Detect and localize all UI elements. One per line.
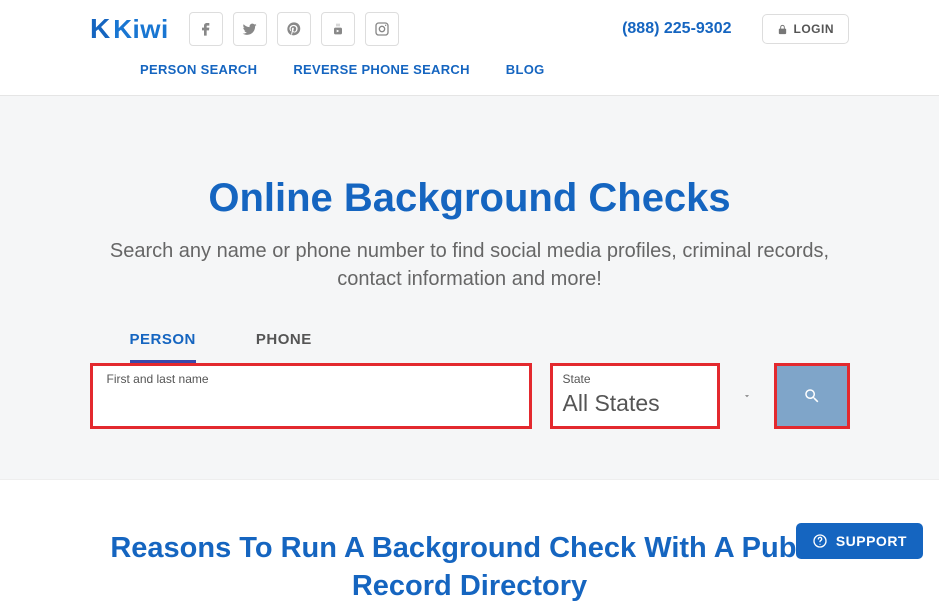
name-label: First and last name [107,372,515,386]
pinterest-icon[interactable] [277,12,311,46]
section-title: Reasons To Run A Background Check With A… [110,530,830,605]
tab-phone[interactable]: PHONE [256,331,312,363]
nav-person-search[interactable]: PERSON SEARCH [140,62,257,77]
logo[interactable]: K Kiwi [90,13,169,45]
instagram-icon[interactable] [365,12,399,46]
search-button[interactable] [774,363,850,429]
youtube-icon[interactable] [321,12,355,46]
login-label: LOGIN [794,22,835,36]
login-button[interactable]: LOGIN [762,14,850,44]
chevron-down-icon [742,391,752,401]
support-button[interactable]: SUPPORT [796,523,923,559]
nav-blog[interactable]: BLOG [506,62,545,77]
name-field[interactable]: First and last name [90,363,532,429]
phone-link[interactable]: (888) 225-9302 [622,20,731,38]
logo-icon: K [90,13,107,45]
state-label: State [563,372,707,386]
search-icon [803,387,821,405]
page-subtitle: Search any name or phone number to find … [100,237,840,293]
state-value: All States [563,390,707,417]
logo-text: Kiwi [113,14,168,45]
nav-reverse-phone[interactable]: REVERSE PHONE SEARCH [293,62,469,77]
state-dropdown-arrow[interactable] [738,363,756,429]
twitter-icon[interactable] [233,12,267,46]
support-label: SUPPORT [836,533,907,549]
facebook-icon[interactable] [189,12,223,46]
tab-person[interactable]: PERSON [130,331,196,363]
name-input[interactable] [107,390,515,408]
state-field[interactable]: State All States [550,363,720,429]
help-icon [812,533,828,549]
page-title: Online Background Checks [40,176,899,221]
lock-icon [777,24,788,35]
